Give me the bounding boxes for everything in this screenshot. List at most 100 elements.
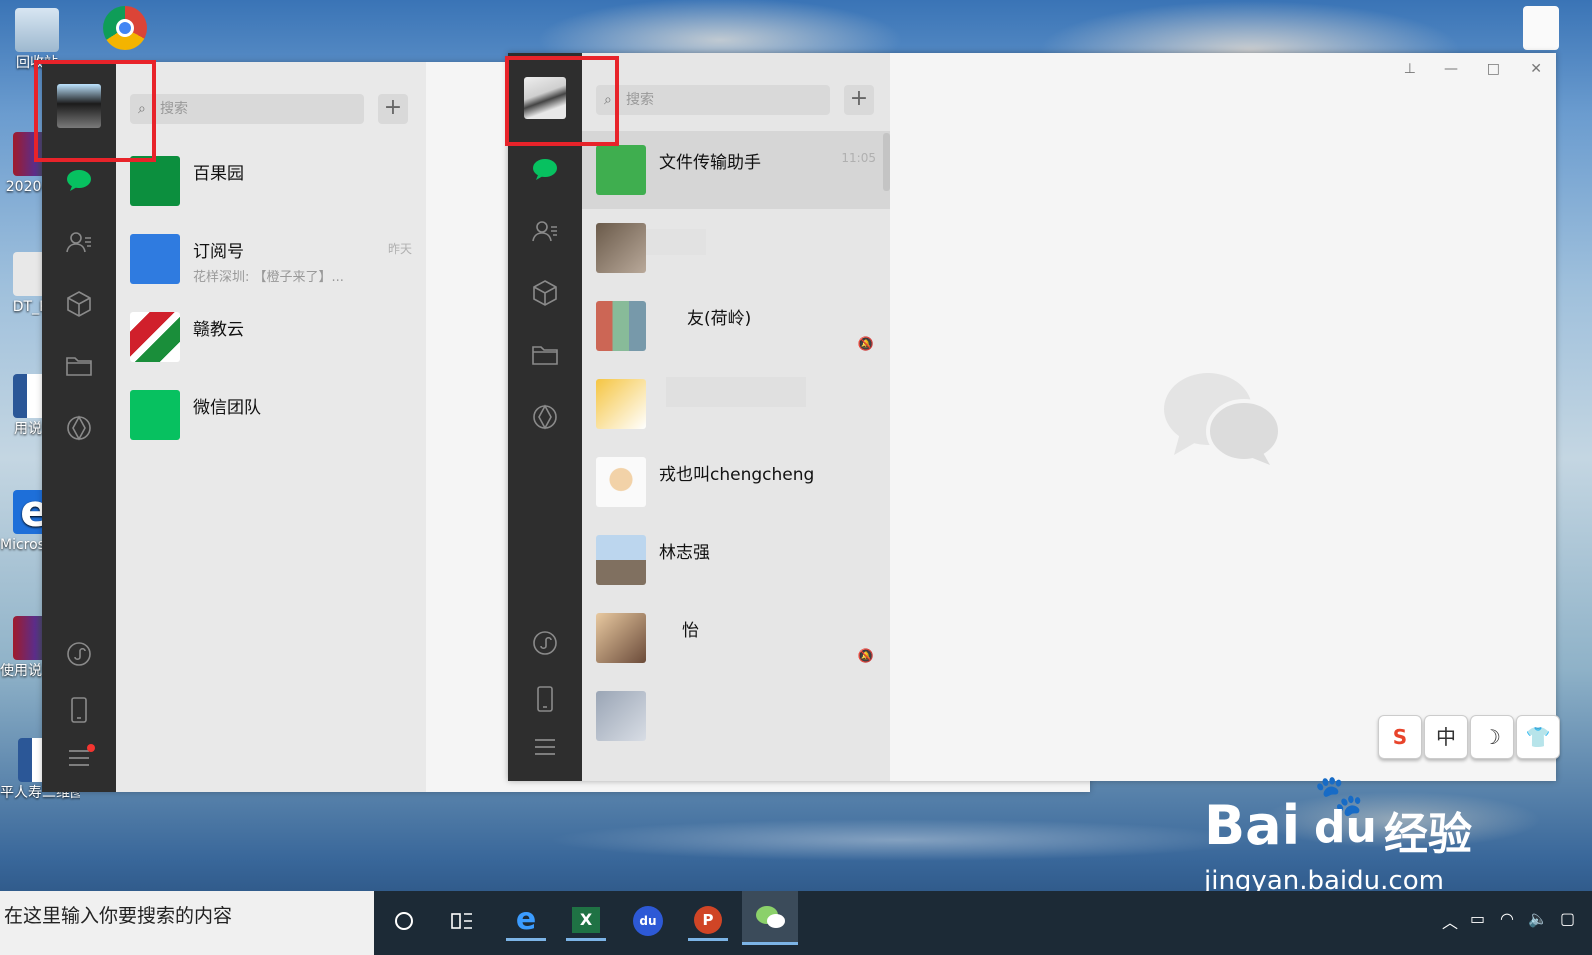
menu-icon[interactable] xyxy=(531,733,559,761)
chat-item[interactable]: 戎也叫chengcheng xyxy=(582,443,890,521)
add-button[interactable]: + xyxy=(378,94,408,124)
wechat-logo-icon xyxy=(1164,373,1282,465)
mute-bell-icon: 🔕 xyxy=(857,649,874,664)
blurred-name xyxy=(666,377,806,407)
baidu-brand: Bai xyxy=(1204,794,1301,857)
contact-avatar xyxy=(596,457,646,507)
chat-item[interactable]: 林志强 xyxy=(582,521,890,599)
favorites-cube-icon[interactable] xyxy=(531,279,559,307)
add-button[interactable]: + xyxy=(844,85,874,115)
volume-icon[interactable]: 🔈 xyxy=(1528,909,1548,928)
moments-icon[interactable] xyxy=(531,403,559,431)
mini-program-icon[interactable] xyxy=(531,629,559,657)
taskbar: 在这里输入你要搜索的内容 e X du P ︿ ▭ ◠ 🔈 ▢ xyxy=(0,891,1592,955)
baidu-jingyan: 经验 xyxy=(1384,809,1472,860)
chat-icon[interactable] xyxy=(65,166,93,194)
taskbar-search-input[interactable]: 在这里输入你要搜索的内容 xyxy=(0,891,374,955)
folder-icon[interactable] xyxy=(65,352,93,380)
chrome-icon[interactable] xyxy=(90,6,160,52)
blank-file-icon[interactable] xyxy=(1506,6,1576,52)
chat-item[interactable]: 怡 🔕 xyxy=(582,599,890,677)
blurred-name xyxy=(646,229,706,255)
contact-avatar xyxy=(596,379,646,429)
scrollbar[interactable] xyxy=(883,133,890,191)
wechat-team-avatar xyxy=(130,390,180,440)
chat-item[interactable]: 微信团队 xyxy=(116,376,426,454)
chat-item[interactable]: 订阅号 花样深圳: 【橙子来了】... 昨天 xyxy=(116,220,426,298)
baidu-netdisk-icon[interactable]: du xyxy=(628,901,668,941)
ime-language-button[interactable]: 中 xyxy=(1424,715,1468,759)
phone-icon[interactable] xyxy=(531,685,559,713)
maximize-button[interactable]: □ xyxy=(1487,61,1500,77)
chat-item[interactable]: 百果园 xyxy=(116,142,426,220)
chat-time: 昨天 xyxy=(387,242,412,256)
notification-icon[interactable]: ▢ xyxy=(1560,909,1575,928)
chat-name: 百果园 xyxy=(193,164,244,184)
contact-avatar xyxy=(596,613,646,663)
wifi-icon[interactable]: ◠ xyxy=(1500,909,1514,928)
menu-icon[interactable] xyxy=(65,744,95,772)
chat-name: 怡 xyxy=(682,621,699,641)
wechat-taskbar-icon[interactable] xyxy=(742,891,798,945)
contact-avatar xyxy=(596,223,646,273)
cortana-icon[interactable] xyxy=(384,901,424,941)
chat-time: 11:05 xyxy=(841,151,876,165)
sogou-logo-icon[interactable]: S xyxy=(1378,715,1422,759)
battery-icon[interactable]: ▭ xyxy=(1470,909,1485,928)
baidu-du: du xyxy=(1314,802,1377,853)
file-transfer-avatar xyxy=(596,145,646,195)
excel-taskbar-icon[interactable]: X xyxy=(566,901,606,941)
chat-name: 戎也叫chengcheng xyxy=(659,465,815,485)
group-avatar xyxy=(596,301,646,351)
chat-name: 文件传输助手 xyxy=(659,153,761,173)
chat-list: ⌕ 搜索 + 文件传输助手 11:05 友(荷岭) 🔕 戎也叫chengchen… xyxy=(582,53,890,781)
favorites-cube-icon[interactable] xyxy=(65,290,93,318)
task-view-icon[interactable] xyxy=(442,901,482,941)
sidebar xyxy=(508,53,582,781)
wechat-window-front: ⌕ 搜索 + 文件传输助手 11:05 友(荷岭) 🔕 戎也叫chengchen… xyxy=(508,53,1556,781)
chat-name: 林志强 xyxy=(659,543,710,563)
pin-button[interactable]: ⊥ xyxy=(1404,61,1416,77)
subscription-avatar xyxy=(130,234,180,284)
chat-item-selected[interactable]: 文件传输助手 11:05 xyxy=(582,131,890,209)
mini-program-icon[interactable] xyxy=(65,640,93,668)
edge-taskbar-icon[interactable]: e xyxy=(506,901,546,941)
moon-icon[interactable]: ☽ xyxy=(1470,715,1514,759)
chat-name: 友(荷岭) xyxy=(687,309,752,329)
chat-name: 订阅号 xyxy=(193,242,244,262)
sidebar xyxy=(42,62,116,792)
chat-panel: ⊥ — □ ✕ xyxy=(890,53,1556,781)
highlight-box xyxy=(34,60,156,162)
phone-icon[interactable] xyxy=(65,696,93,724)
chat-item[interactable]: 赣教云 xyxy=(116,298,426,376)
baiguoyuan-avatar xyxy=(130,156,180,206)
contacts-icon[interactable] xyxy=(531,217,559,245)
chat-list: ⌕ 搜索 + 百果园 订阅号 花样深圳: 【橙子来了】... 昨天 赣教云 微信… xyxy=(116,62,426,792)
contact-avatar xyxy=(596,535,646,585)
chat-name: 微信团队 xyxy=(193,398,261,418)
minimize-button[interactable]: — xyxy=(1444,61,1458,77)
folder-icon[interactable] xyxy=(531,341,559,369)
ganjiaoyun-avatar xyxy=(130,312,180,362)
notification-dot xyxy=(87,744,95,752)
skin-shirt-icon[interactable]: 👕 xyxy=(1516,715,1560,759)
search-input[interactable]: ⌕ 搜索 xyxy=(596,85,830,115)
contacts-icon[interactable] xyxy=(65,228,93,256)
powerpoint-taskbar-icon[interactable]: P xyxy=(688,901,728,941)
chat-item[interactable] xyxy=(582,677,890,755)
baidu-watermark: Bai 🐾 du 经验 jingyan.baidu.com xyxy=(1204,772,1494,896)
search-placeholder: 搜索 xyxy=(626,92,654,108)
moments-icon[interactable] xyxy=(65,414,93,442)
tray-chevron-icon[interactable]: ︿ xyxy=(1442,909,1458,933)
chat-icon[interactable] xyxy=(531,155,559,183)
mute-bell-icon: 🔕 xyxy=(857,337,874,352)
chat-item[interactable] xyxy=(582,209,890,287)
chat-item[interactable]: 友(荷岭) 🔕 xyxy=(582,287,890,365)
chat-item[interactable] xyxy=(582,365,890,443)
search-placeholder: 搜索 xyxy=(160,101,188,117)
contact-avatar xyxy=(596,691,646,741)
search-input[interactable]: ⌕ 搜索 xyxy=(130,94,364,124)
close-button[interactable]: ✕ xyxy=(1530,61,1542,77)
chat-preview: 花样深圳: 【橙子来了】... xyxy=(193,270,344,285)
highlight-box xyxy=(505,56,619,146)
